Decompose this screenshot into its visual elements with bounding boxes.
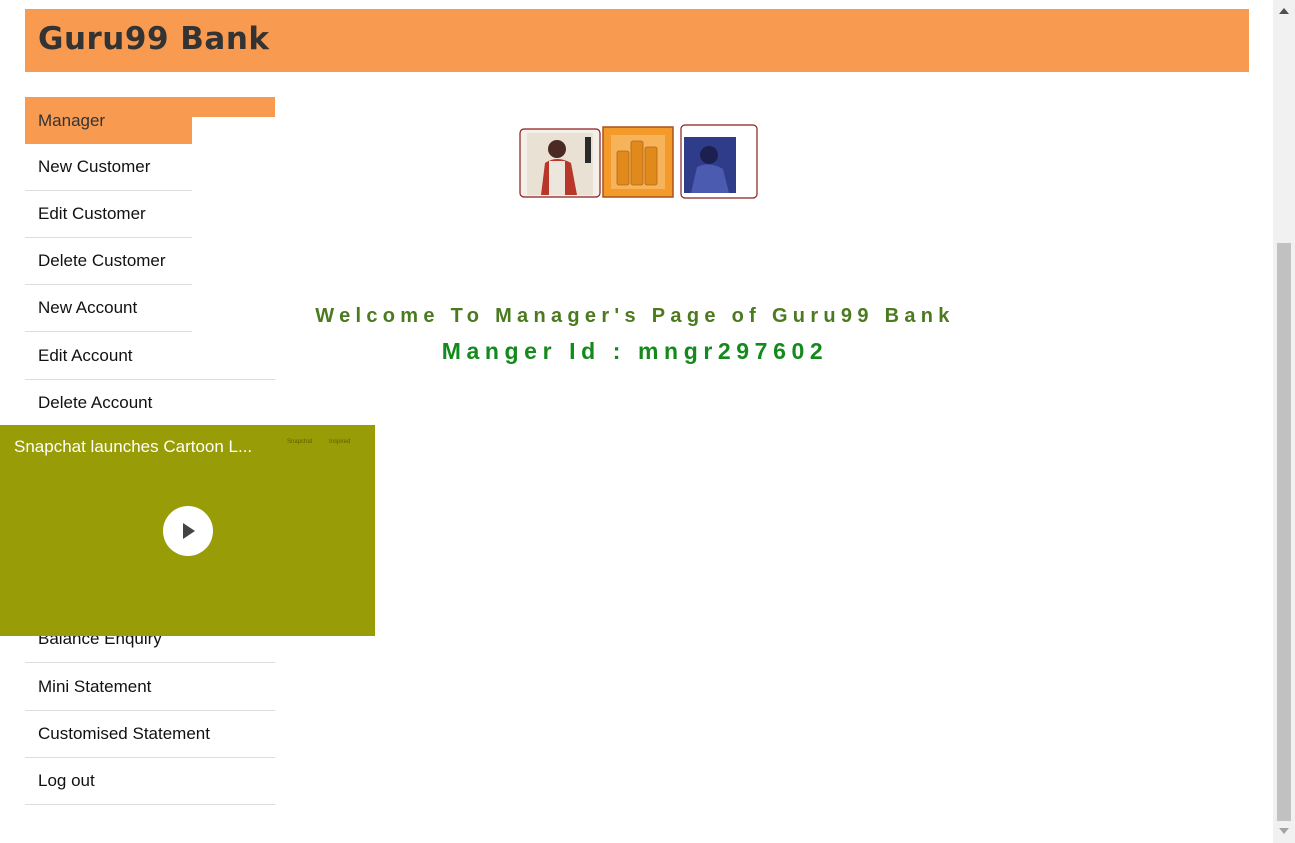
- play-button[interactable]: [163, 506, 213, 556]
- menu-item-customised-statement[interactable]: Customised Statement: [25, 711, 275, 758]
- scrollbar-thumb[interactable]: [1277, 243, 1291, 821]
- menu-item-new-customer[interactable]: New Customer: [25, 144, 192, 191]
- menu-item-delete-account[interactable]: Delete Account: [25, 380, 275, 427]
- menu-item-new-account[interactable]: New Account: [25, 285, 192, 332]
- menu-item-log-out[interactable]: Log out: [25, 758, 275, 805]
- video-popup[interactable]: Snapchat launches Cartoon L... Snapchat …: [0, 425, 375, 636]
- menu-item-manager[interactable]: Manager: [25, 97, 192, 144]
- scroll-up-arrow-icon[interactable]: [1279, 8, 1289, 14]
- menu-item-delete-customer[interactable]: Delete Customer: [25, 238, 192, 285]
- menu-item-edit-account[interactable]: Edit Account: [25, 333, 275, 380]
- welcome-message: Welcome To Manager's Page of Guru99 Bank: [315, 305, 955, 327]
- brand-title: Guru99 Bank: [38, 21, 270, 57]
- banner-image: [519, 124, 758, 199]
- manager-id-label: Manger Id : mngr297602: [441, 338, 829, 364]
- video-title: Snapchat launches Cartoon L...: [14, 437, 253, 456]
- vertical-scrollbar[interactable]: [1273, 0, 1295, 843]
- play-icon: [183, 523, 195, 539]
- site-header: Guru99 Bank: [25, 9, 1249, 72]
- menu-item-edit-customer[interactable]: Edit Customer: [25, 191, 192, 238]
- video-tiny-label-right: Inspired: [329, 439, 351, 445]
- video-tiny-label-left: Snapchat: [287, 439, 313, 445]
- scroll-down-arrow-icon[interactable]: [1279, 828, 1289, 834]
- menu-item-mini-statement[interactable]: Mini Statement: [25, 664, 275, 711]
